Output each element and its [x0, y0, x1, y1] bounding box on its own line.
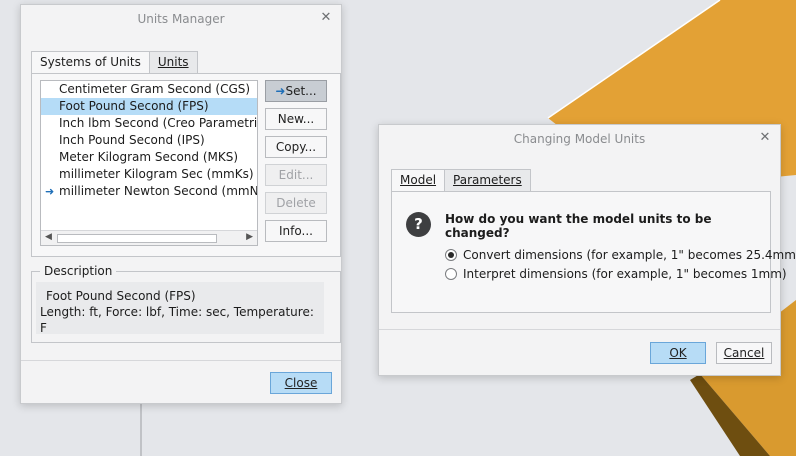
description-details: Length: ft, Force: lbf, Time: sec, Tempe…	[40, 305, 314, 335]
delete-button[interactable]: Delete	[265, 192, 327, 214]
copy-button[interactable]: Copy...	[265, 136, 327, 158]
systems-panel: Centimeter Gram Second (CGS) Foot Pound …	[31, 73, 341, 257]
set-button[interactable]: ➜Set...	[265, 80, 327, 102]
ok-button[interactable]: OK	[650, 342, 706, 364]
question-icon: ?	[406, 212, 431, 237]
tab-model[interactable]: Model	[391, 169, 446, 192]
new-button[interactable]: New...	[265, 108, 327, 130]
scroll-right-icon[interactable]: ▶	[246, 232, 253, 242]
tab-parameters[interactable]: Parameters	[444, 169, 531, 191]
units-manager-dialog: Units Manager ✕ Systems of Units Units C…	[20, 4, 342, 404]
changing-units-title: Changing Model Units	[513, 132, 646, 146]
list-item[interactable]: Meter Kilogram Second (MKS)	[41, 149, 257, 166]
changing-model-units-dialog: Changing Model Units ✕ Model Parameters …	[378, 124, 796, 376]
description-label: Description	[40, 264, 117, 278]
description-name: Foot Pound Second (FPS)	[46, 289, 196, 303]
question-text: How do you want the model units to be ch…	[445, 212, 712, 240]
scrollbar-thumb[interactable]	[57, 234, 217, 243]
list-item[interactable]: Centimeter Gram Second (CGS)	[41, 81, 257, 98]
list-item[interactable]: Foot Pound Second (FPS)	[41, 98, 257, 115]
edit-button[interactable]: Edit...	[265, 164, 327, 186]
divider	[379, 329, 780, 330]
convert-option[interactable]: Convert dimensions (for example, 1" beco…	[445, 248, 796, 262]
description-box: Foot Pound Second (FPS) Length: ft, Forc…	[36, 282, 324, 335]
units-manager-tabs: Systems of Units Units	[31, 51, 198, 74]
list-item[interactable]: millimeter Kilogram Sec (mmKs)	[41, 166, 257, 183]
set-arrow-icon: ➜	[275, 84, 286, 98]
units-manager-title: Units Manager	[137, 12, 225, 26]
description-group: Description Foot Pound Second (FPS) Leng…	[31, 264, 341, 343]
interpret-option[interactable]: Interpret dimensions (for example, 1" be…	[445, 267, 787, 281]
close-icon[interactable]: ✕	[320, 11, 332, 24]
systems-list[interactable]: Centimeter Gram Second (CGS) Foot Pound …	[40, 80, 258, 246]
list-item[interactable]: Inch Pound Second (IPS)	[41, 132, 257, 149]
interpret-radio[interactable]	[445, 268, 457, 280]
close-icon[interactable]: ✕	[759, 131, 771, 144]
info-button[interactable]: Info...	[265, 220, 327, 242]
horizontal-scrollbar[interactable]: ◀ ▶	[41, 230, 257, 245]
tab-units[interactable]: Units	[148, 51, 198, 73]
changing-units-tabs: Model Parameters	[391, 169, 531, 192]
cancel-button[interactable]: Cancel	[716, 342, 772, 364]
list-item[interactable]: ➜ millimeter Newton Second (mmNs)	[41, 183, 257, 200]
list-item[interactable]: Inch lbm Second (Creo Parametric Default…	[41, 115, 257, 132]
divider	[21, 360, 341, 361]
close-button[interactable]: Close	[270, 372, 332, 394]
model-panel: ? How do you want the model units to be …	[391, 191, 796, 313]
tab-systems-of-units[interactable]: Systems of Units	[31, 51, 150, 74]
current-system-arrow-icon: ➜	[45, 185, 55, 198]
scroll-left-icon[interactable]: ◀	[45, 232, 52, 242]
convert-radio[interactable]	[445, 249, 457, 261]
